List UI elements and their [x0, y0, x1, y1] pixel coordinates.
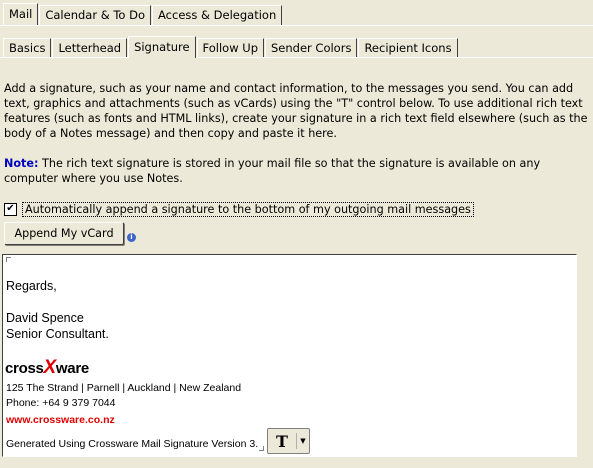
tab-recipient-icons[interactable]: Recipient Icons	[358, 38, 458, 58]
tab-mail[interactable]: Mail	[3, 3, 39, 25]
append-vcard-button[interactable]: Append My vCard	[4, 222, 124, 245]
tab-divider	[0, 25, 593, 26]
sig-name: David Spence	[6, 311, 84, 325]
note-label: Note:	[4, 157, 39, 170]
field-start-marker	[6, 257, 11, 262]
tab-basics[interactable]: Basics	[3, 38, 52, 58]
tab-access-delegation[interactable]: Access & Delegation	[152, 5, 283, 25]
sub-tab-strip: Basics Letterhead Signature Follow Up Se…	[3, 36, 459, 58]
intro-text: Add a signature, such as your name and c…	[4, 82, 588, 140]
note-paragraph: Note: The rich text signature is stored …	[4, 156, 589, 186]
auto-append-row[interactable]: ✔ Automatically append a signature to th…	[4, 201, 474, 217]
sig-title: Senior Consultant.	[6, 327, 109, 341]
signature-editor[interactable]: Regards, David Spence Senior Consultant.…	[2, 254, 577, 457]
note-text: The rich text signature is stored in you…	[4, 157, 541, 185]
info-icon[interactable]: i	[127, 233, 136, 242]
crossware-logo: crossXware	[5, 357, 89, 379]
checkmark-icon: ✔	[6, 203, 15, 214]
sig-phone: Phone: +64 9 379 7044	[6, 397, 116, 409]
main-tab-strip: Mail Calendar & To Do Access & Delegatio…	[3, 3, 283, 25]
tab-signature[interactable]: Signature	[128, 36, 196, 58]
tab-calendar-todo[interactable]: Calendar & To Do	[39, 5, 152, 25]
tab-letterhead[interactable]: Letterhead	[52, 38, 128, 58]
field-end-marker	[259, 446, 264, 451]
tab-sender-colors[interactable]: Sender Colors	[265, 38, 358, 58]
text-control-button[interactable]: T ▼	[267, 428, 310, 454]
sig-address: 125 The Strand | Parnell | Auckland | Ne…	[6, 382, 242, 394]
logo-text-ware: ware	[55, 360, 89, 377]
sig-generated: Generated Using Crossware Mail Signature…	[6, 438, 259, 450]
sig-website[interactable]: www.crossware.co.nz	[6, 414, 115, 426]
sig-greeting: Regards,	[6, 279, 57, 293]
logo-x: X	[43, 357, 57, 378]
sub-tab-divider	[0, 57, 593, 58]
tab-follow-up[interactable]: Follow Up	[196, 38, 264, 58]
chevron-down-icon: ▼	[296, 433, 309, 449]
text-icon: T	[276, 431, 288, 451]
auto-append-checkbox[interactable]: ✔	[4, 202, 17, 216]
logo-text-cross: cross	[5, 360, 44, 377]
auto-append-label[interactable]: Automatically append a signature to the …	[22, 201, 474, 217]
